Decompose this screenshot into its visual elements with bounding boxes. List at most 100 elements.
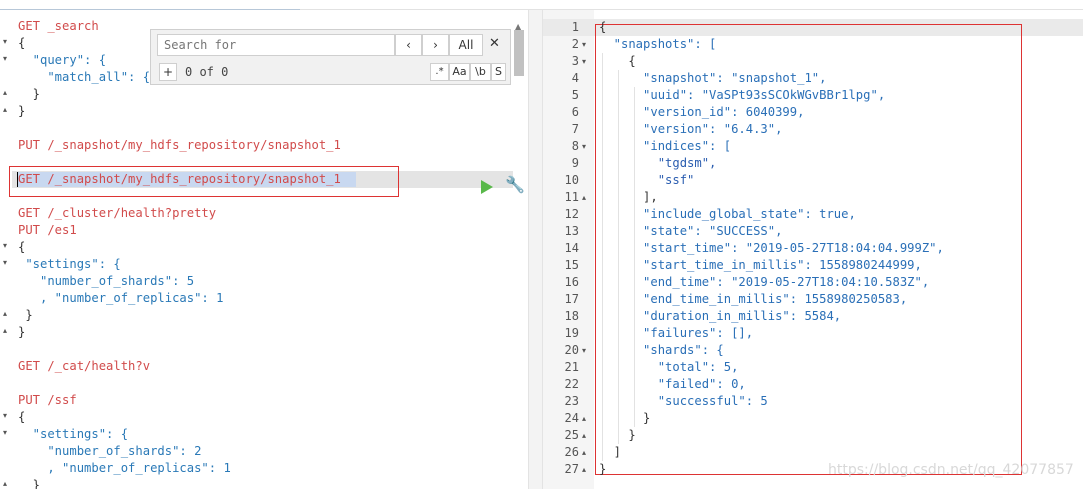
fold-open-icon[interactable]: ▾ (3, 411, 7, 420)
code-line[interactable]: { (18, 239, 25, 256)
response-line: "uuid": "VaSPt93sSCOkWGvBBr1lpg", (599, 88, 886, 102)
fold-open-icon[interactable]: ▾ (582, 36, 586, 53)
code-line[interactable]: GET /_cat/health?v (18, 358, 150, 375)
line-number: 22 (564, 377, 579, 391)
code-line[interactable]: "match_all": {} (18, 69, 157, 86)
code-line[interactable]: { (18, 409, 25, 426)
code-line[interactable]: { (18, 35, 25, 52)
fold-open-icon[interactable]: ▾ (3, 241, 7, 250)
close-icon[interactable]: ✕ (489, 36, 500, 51)
line-number: 23 (564, 394, 579, 408)
code-line[interactable]: PUT /ssf (18, 392, 77, 409)
code-line[interactable]: } (18, 86, 40, 103)
case-sensitive-toggle[interactable]: Aa (449, 63, 470, 81)
code-line[interactable]: "settings": { (18, 426, 128, 443)
fold-open-icon[interactable]: ▾ (582, 53, 586, 70)
fold-close-icon[interactable]: ▴ (3, 105, 7, 114)
find-panel: ‹ › All ✕ + 0 of 0 .* Aa \b S (150, 29, 511, 85)
find-next-button[interactable]: › (422, 34, 449, 56)
line-number: 7 (571, 122, 579, 136)
code-line[interactable]: "settings": { (18, 256, 120, 273)
response-line: "version_id": 6040399, (599, 105, 805, 119)
line-number: 27 (564, 462, 579, 476)
response-line: "version": "6.4.3", (599, 122, 783, 136)
line-number: 20 (564, 343, 579, 357)
fold-close-icon[interactable]: ▴ (3, 326, 7, 335)
code-line[interactable]: GET /_cluster/health?pretty (18, 205, 216, 222)
response-line: "total": 5, (599, 360, 739, 374)
line-number: 14 (564, 241, 579, 255)
fold-open-icon[interactable]: ▾ (3, 428, 7, 437)
response-line: "successful": 5 (599, 394, 768, 408)
whole-word-toggle[interactable]: \b (470, 63, 491, 81)
response-line: "ssf" (599, 173, 695, 187)
line-number: 11 (564, 190, 579, 204)
find-previous-button[interactable]: ‹ (395, 34, 422, 56)
code-line[interactable]: "number_of_shards": 5 (18, 273, 194, 290)
response-line: "include_global_state": true, (599, 207, 856, 221)
response-line: "indices": [ (599, 139, 732, 153)
response-line: "snapshots": [ (599, 37, 717, 51)
response-line: } (599, 428, 636, 442)
fold-close-icon[interactable]: ▴ (3, 88, 7, 97)
line-number: 2 (571, 37, 579, 51)
code-line[interactable]: } (18, 103, 25, 120)
line-number: 19 (564, 326, 579, 340)
line-number: 10 (564, 173, 579, 187)
response-line: { (599, 20, 607, 34)
fold-close-icon[interactable]: ▴ (582, 410, 586, 427)
wrench-icon[interactable]: 🔧 (505, 175, 525, 194)
line-number: 21 (564, 360, 579, 374)
code-line[interactable]: PUT /es1 (18, 222, 77, 239)
line-number: 25 (564, 428, 579, 442)
response-line: "failures": [], (599, 326, 754, 340)
response-line: "duration_in_millis": 5584, (599, 309, 842, 323)
response-line: } (599, 462, 607, 476)
response-line: "tgdsm", (599, 156, 717, 170)
response-line: "shards": { (599, 343, 724, 357)
code-line[interactable]: "number_of_shards": 2 (18, 443, 201, 460)
line-number: 6 (571, 105, 579, 119)
code-line-selected-request[interactable]: GET /_snapshot/my_hdfs_repository/snapsh… (18, 171, 341, 188)
line-number: 13 (564, 224, 579, 238)
response-line: "state": "SUCCESS", (599, 224, 783, 238)
fold-open-icon[interactable]: ▾ (582, 342, 586, 359)
code-line[interactable]: , "number_of_replicas": 1 (18, 290, 223, 307)
fold-close-icon[interactable]: ▴ (3, 479, 7, 488)
fold-open-icon[interactable]: ▾ (3, 54, 7, 63)
text-cursor (17, 172, 18, 187)
scrollbar-thumb[interactable] (514, 30, 524, 76)
response-viewer[interactable]: 1 2 3 4 5 6 7 8 9 10 11 12 13 14 15 16 1… (543, 10, 1083, 489)
request-editor[interactable]: ▾ ▾ ▴ ▴ ▾ ▾ ▴ ▴ ▾ ▾ ▴ GET _search { "que… (0, 10, 528, 489)
code-line[interactable]: PUT /_snapshot/my_hdfs_repository/snapsh… (18, 137, 341, 154)
fold-close-icon[interactable]: ▴ (582, 189, 586, 206)
line-number: 12 (564, 207, 579, 221)
fold-close-icon[interactable]: ▴ (582, 427, 586, 444)
code-line[interactable]: GET _search (18, 18, 99, 35)
code-line[interactable]: } (18, 324, 25, 341)
code-line[interactable]: "query": { (18, 52, 106, 69)
fold-open-icon[interactable]: ▾ (3, 258, 7, 267)
toggle-replace-button[interactable]: + (159, 63, 177, 81)
in-selection-toggle[interactable]: S (491, 63, 506, 81)
editor-scrollbar[interactable]: ▲ (513, 22, 525, 92)
code-line[interactable]: } (18, 477, 40, 489)
response-line: "end_time": "2019-05-27T18:04:10.583Z", (599, 275, 930, 289)
code-line[interactable]: , "number_of_replicas": 1 (18, 460, 230, 477)
response-line: "end_time_in_millis": 1558980250583, (599, 292, 908, 306)
fold-close-icon[interactable]: ▴ (3, 309, 7, 318)
search-input[interactable] (157, 34, 395, 56)
response-line: "start_time_in_millis": 1558980244999, (599, 258, 922, 272)
line-number: 5 (571, 88, 579, 102)
pane-resizer[interactable] (528, 10, 543, 489)
fold-open-icon[interactable]: ▾ (3, 37, 7, 46)
regex-toggle[interactable]: .* (430, 63, 449, 81)
fold-close-icon[interactable]: ▴ (582, 461, 586, 478)
response-line: "start_time": "2019-05-27T18:04:04.999Z"… (599, 241, 944, 255)
fold-close-icon[interactable]: ▴ (582, 444, 586, 461)
code-line[interactable]: } (18, 307, 32, 324)
run-request-icon[interactable] (481, 180, 493, 194)
fold-open-icon[interactable]: ▾ (582, 138, 586, 155)
tab-strip (0, 0, 1083, 11)
find-all-button[interactable]: All (449, 34, 483, 56)
